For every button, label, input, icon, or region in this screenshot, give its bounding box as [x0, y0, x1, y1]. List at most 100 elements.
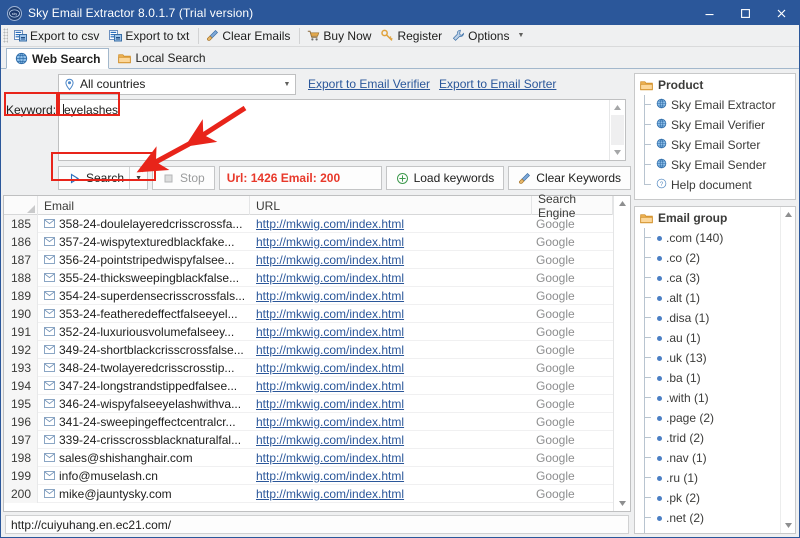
- row-url-cell[interactable]: http://mkwig.com/index.html: [250, 217, 532, 231]
- table-row[interactable]: 187 356-24-pointstripedwispyfalsee... http…: [4, 250, 613, 269]
- row-url-cell[interactable]: http://mkwig.com/index.html: [250, 415, 532, 429]
- export-to-email-verifier-link[interactable]: Export to Email Verifier: [308, 77, 430, 91]
- product-item-4[interactable]: Sky Email Sender: [644, 155, 795, 175]
- email-group-item-7[interactable]: .uk (13): [644, 348, 780, 368]
- email-group-item-12[interactable]: .nav (1): [644, 448, 780, 468]
- row-email-cell[interactable]: 349-24-shortblackcrisscrossfalse...: [38, 343, 250, 357]
- row-email-cell[interactable]: 354-24-superdensecrisscrossfals...: [38, 289, 250, 303]
- export-to-txt-button[interactable]: Export to txt: [105, 26, 195, 46]
- search-dropdown-caret-icon[interactable]: ▼: [129, 167, 147, 189]
- row-email-cell[interactable]: 356-24-pointstripedwispyfalsee...: [38, 253, 250, 267]
- table-row[interactable]: 189 354-24-superdensecrisscrossfals... htt…: [4, 286, 613, 305]
- table-row[interactable]: 185 358-24-doulelayeredcrisscrossfa... htt…: [4, 215, 613, 233]
- row-url-cell[interactable]: http://mkwig.com/index.html: [250, 253, 532, 267]
- email-group-item-2[interactable]: .co (2): [644, 248, 780, 268]
- row-email-cell[interactable]: 358-24-doulelayeredcrisscrossfa...: [38, 217, 250, 231]
- row-email-cell[interactable]: 352-24-luxuriousvolumefalseey...: [38, 325, 250, 339]
- row-url-link[interactable]: http://mkwig.com/index.html: [256, 415, 404, 429]
- email-group-item-14[interactable]: .pk (2): [644, 488, 780, 508]
- country-select[interactable]: All countries ▼: [58, 73, 296, 95]
- load-keywords-button[interactable]: Load keywords: [385, 166, 505, 190]
- email-group-item-3[interactable]: .ca (3): [644, 268, 780, 288]
- table-row[interactable]: 194 347-24-longstrandstippedfalsee... http…: [4, 376, 613, 395]
- row-url-cell[interactable]: http://mkwig.com/index.html: [250, 451, 532, 465]
- row-url-link[interactable]: http://mkwig.com/index.html: [256, 487, 404, 501]
- clear-keywords-button[interactable]: Clear Keywords: [508, 166, 631, 190]
- table-row[interactable]: 188 355-24-thicksweepingblackfalse... http…: [4, 268, 613, 287]
- row-url-cell[interactable]: http://mkwig.com/index.html: [250, 325, 532, 339]
- column-header-search-engine[interactable]: Search Engine: [532, 192, 613, 220]
- email-group-item-6[interactable]: .au (1): [644, 328, 780, 348]
- email-group-item-10[interactable]: .page (2): [644, 408, 780, 428]
- table-row[interactable]: 193 348-24-twolayeredcrisscrosstip... http…: [4, 358, 613, 377]
- email-group-item-16[interactable]: .sg (1): [644, 528, 780, 533]
- row-email-cell[interactable]: 355-24-thicksweepingblackfalse...: [38, 271, 250, 285]
- scroll-up-icon[interactable]: [615, 197, 629, 210]
- row-email-cell[interactable]: 346-24-wispyfalseeyelashwithva...: [38, 397, 250, 411]
- email-group-item-1[interactable]: .com (140): [644, 228, 780, 248]
- table-row[interactable]: 198 sales@shishanghair.com http://mkwig.co…: [4, 448, 613, 467]
- row-url-cell[interactable]: http://mkwig.com/index.html: [250, 289, 532, 303]
- email-group-item-11[interactable]: .trid (2): [644, 428, 780, 448]
- row-url-link[interactable]: http://mkwig.com/index.html: [256, 469, 404, 483]
- row-url-link[interactable]: http://mkwig.com/index.html: [256, 451, 404, 465]
- email-group-item-5[interactable]: .disa (1): [644, 308, 780, 328]
- row-url-cell[interactable]: http://mkwig.com/index.html: [250, 397, 532, 411]
- keyword-scrollbar[interactable]: [609, 100, 625, 160]
- search-button[interactable]: Search ▼: [58, 166, 149, 190]
- row-email-cell[interactable]: mike@jauntysky.com: [38, 487, 250, 501]
- product-item-1[interactable]: Sky Email Extractor: [644, 95, 795, 115]
- row-url-cell[interactable]: http://mkwig.com/index.html: [250, 433, 532, 447]
- product-item-2[interactable]: Sky Email Verifier: [644, 115, 795, 135]
- row-url-link[interactable]: http://mkwig.com/index.html: [256, 217, 404, 231]
- select-all-corner[interactable]: [4, 196, 38, 215]
- row-url-cell[interactable]: http://mkwig.com/index.html: [250, 271, 532, 285]
- scroll-down-icon[interactable]: [611, 146, 625, 159]
- row-url-link[interactable]: http://mkwig.com/index.html: [256, 397, 404, 411]
- minimize-button[interactable]: [691, 1, 727, 25]
- table-row[interactable]: 199 info@muselash.cn http://mkwig.com/inde…: [4, 466, 613, 485]
- row-url-cell[interactable]: http://mkwig.com/index.html: [250, 379, 532, 393]
- column-header-email[interactable]: Email: [38, 196, 250, 215]
- maximize-button[interactable]: [727, 1, 763, 25]
- row-url-cell[interactable]: http://mkwig.com/index.html: [250, 469, 532, 483]
- row-email-cell[interactable]: 357-24-wispytexturedblackfake...: [38, 235, 250, 249]
- row-email-cell[interactable]: 341-24-sweepingeffectcentralcr...: [38, 415, 250, 429]
- email-group-item-9[interactable]: .with (1): [644, 388, 780, 408]
- register-button[interactable]: Register: [377, 26, 448, 46]
- row-email-cell[interactable]: sales@shishanghair.com: [38, 451, 250, 465]
- email-group-item-8[interactable]: .ba (1): [644, 368, 780, 388]
- row-url-link[interactable]: http://mkwig.com/index.html: [256, 253, 404, 267]
- row-url-link[interactable]: http://mkwig.com/index.html: [256, 271, 404, 285]
- table-row[interactable]: 190 353-24-featheredeffectfalseeyel... htt…: [4, 304, 613, 323]
- row-email-cell[interactable]: 348-24-twolayeredcrisscrosstip...: [38, 361, 250, 375]
- row-url-link[interactable]: http://mkwig.com/index.html: [256, 235, 404, 249]
- row-url-link[interactable]: http://mkwig.com/index.html: [256, 433, 404, 447]
- export-to-email-sorter-link[interactable]: Export to Email Sorter: [439, 77, 556, 91]
- product-item-3[interactable]: Sky Email Sorter: [644, 135, 795, 155]
- email-group-item-13[interactable]: .ru (1): [644, 468, 780, 488]
- email-group-scrollbar[interactable]: [780, 207, 795, 533]
- toolbar-grip[interactable]: [3, 28, 8, 43]
- table-scrollbar[interactable]: [613, 196, 630, 511]
- tab-web-search[interactable]: Web Search: [6, 48, 110, 69]
- options-button[interactable]: Options: [448, 26, 515, 46]
- table-row[interactable]: 191 352-24-luxuriousvolumefalseey... http:…: [4, 322, 613, 341]
- row-url-link[interactable]: http://mkwig.com/index.html: [256, 289, 404, 303]
- column-header-url[interactable]: URL: [250, 196, 532, 215]
- table-row[interactable]: 196 341-24-sweepingeffectcentralcr... http…: [4, 412, 613, 431]
- row-url-cell[interactable]: http://mkwig.com/index.html: [250, 307, 532, 321]
- row-url-link[interactable]: http://mkwig.com/index.html: [256, 343, 404, 357]
- row-email-cell[interactable]: 353-24-featheredeffectfalseeyel...: [38, 307, 250, 321]
- stop-button[interactable]: Stop: [152, 166, 215, 190]
- table-row[interactable]: 192 349-24-shortblackcrisscrossfalse... ht…: [4, 340, 613, 359]
- close-button[interactable]: [763, 1, 799, 25]
- keyword-input[interactable]: eyelashes: [58, 99, 626, 161]
- scroll-up-icon[interactable]: [611, 101, 625, 114]
- row-url-cell[interactable]: http://mkwig.com/index.html: [250, 487, 532, 501]
- export-to-csv-button[interactable]: Export to csv: [10, 26, 105, 46]
- row-email-cell[interactable]: 339-24-crisscrossblacknaturalfal...: [38, 433, 250, 447]
- table-row[interactable]: 186 357-24-wispytexturedblackfake... http:…: [4, 232, 613, 251]
- scroll-down-icon[interactable]: [781, 519, 795, 532]
- table-row[interactable]: 195 346-24-wispyfalseeyelashwithva... http…: [4, 394, 613, 413]
